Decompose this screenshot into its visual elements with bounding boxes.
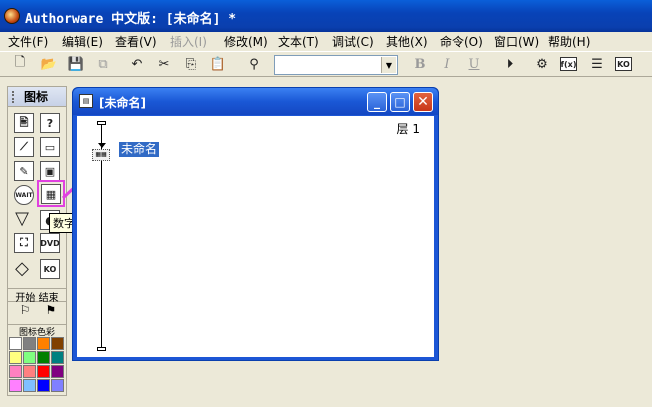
authorware-logo-icon: [4, 8, 20, 24]
menu-help[interactable]: 帮助(H): [548, 33, 590, 50]
menu-bar: 文件(F) 编辑(E) 查看(V) 插入(I) 修改(M) 文本(T) 调试(C…: [0, 32, 652, 50]
selected-icon-name[interactable]: 未命名: [119, 142, 160, 157]
app-title-bar[interactable]: Authorware 中文版: [未命名] *: [0, 0, 652, 32]
font-style-select[interactable]: ▼: [274, 55, 398, 75]
menu-other[interactable]: 其他(X): [386, 33, 428, 50]
menu-view[interactable]: 查看(V): [115, 33, 157, 50]
flowline-canvas[interactable]: 层 1 ▦▦ 未命名: [77, 116, 434, 357]
import-icon[interactable]: ⧉: [93, 54, 113, 74]
menu-edit[interactable]: 编辑(E): [62, 33, 103, 50]
menu-file[interactable]: 文件(F): [8, 33, 48, 50]
color-swatch[interactable]: [23, 365, 36, 378]
knowledge-objects-button[interactable]: KO: [615, 57, 632, 71]
open-file-icon[interactable]: 📂: [39, 54, 59, 74]
color-swatch[interactable]: [9, 379, 22, 392]
color-swatch[interactable]: [23, 337, 36, 350]
underline-button[interactable]: U: [464, 54, 484, 74]
color-swatch[interactable]: [9, 337, 22, 350]
variables-icon[interactable]: ☰: [587, 54, 607, 74]
dvd-icon[interactable]: DVD: [40, 233, 60, 253]
menu-window[interactable]: 窗口(W): [494, 33, 539, 50]
color-swatch[interactable]: [37, 337, 50, 350]
grip-icon[interactable]: [12, 91, 15, 103]
cut-icon[interactable]: ✂: [154, 54, 174, 74]
undo-icon[interactable]: ↶: [127, 54, 147, 74]
color-swatch[interactable]: [37, 365, 50, 378]
interaction-icon[interactable]: ⛶: [14, 233, 34, 253]
layer-indicator: 层 1: [396, 122, 420, 136]
flowline-start-marker: [97, 121, 106, 125]
bold-button[interactable]: B: [410, 54, 430, 74]
decision-icon[interactable]: ▽: [12, 208, 32, 229]
app-title: Authorware 中文版: [未命名] *: [25, 12, 237, 27]
flags-label: 开始 结束: [7, 288, 67, 304]
flags-row: ⚐ ⚑: [14, 303, 62, 319]
palette-header[interactable]: 图标: [8, 87, 66, 107]
new-file-icon[interactable]: 🗋: [10, 54, 30, 74]
menu-commands[interactable]: 命令(O): [440, 33, 483, 50]
italic-button[interactable]: I: [437, 54, 457, 74]
end-flag-icon[interactable]: ⚑: [40, 303, 62, 317]
calculation-icon[interactable]: ◇: [12, 258, 32, 279]
flowline-end-marker: [97, 347, 106, 351]
framework-icon[interactable]: ▣: [40, 161, 60, 181]
chevron-down-icon[interactable]: ▼: [381, 57, 396, 73]
motion-icon[interactable]: ?: [40, 113, 60, 133]
color-swatch[interactable]: [51, 351, 64, 364]
minimize-button[interactable]: _: [367, 92, 387, 112]
menu-modify[interactable]: 修改(M): [224, 33, 268, 50]
palette-title: 图标: [24, 90, 49, 104]
document-icon: ▤: [79, 94, 93, 108]
flowline-arrow-icon: [98, 143, 106, 148]
display-icon[interactable]: 🖹: [14, 113, 34, 133]
run-icon[interactable]: ⏵: [500, 54, 520, 74]
design-window-title: [未命名]: [99, 96, 146, 110]
color-swatch[interactable]: [37, 351, 50, 364]
maximize-button[interactable]: □: [390, 92, 410, 112]
color-swatch[interactable]: [37, 379, 50, 392]
functions-button[interactable]: f(x): [560, 57, 577, 71]
color-swatch[interactable]: [51, 337, 64, 350]
close-button[interactable]: ✕: [413, 92, 433, 112]
color-swatch[interactable]: [9, 351, 22, 364]
color-swatch[interactable]: [51, 379, 64, 392]
toolbar: 🗋 📂 💾 ⧉ ↶ ✂ ⎘ 📋 ⚲ ▼ B I U ⏵ ⚙ f(x) ☰ KO: [0, 51, 652, 77]
color-swatch[interactable]: [23, 351, 36, 364]
icon-color-swatches: [9, 337, 65, 393]
color-swatch[interactable]: [51, 365, 64, 378]
menu-text[interactable]: 文本(T): [278, 33, 319, 50]
color-swatch[interactable]: [9, 365, 22, 378]
wait-icon[interactable]: ▭: [40, 137, 60, 157]
paste-icon[interactable]: 📋: [208, 54, 228, 74]
find-icon[interactable]: ⚲: [244, 54, 264, 74]
menu-debug[interactable]: 调试(C): [332, 33, 374, 50]
control-panel-icon[interactable]: ⚙: [532, 54, 552, 74]
flowline-movie-icon[interactable]: ▦▦: [92, 149, 110, 161]
save-all-icon[interactable]: 💾: [66, 54, 86, 74]
design-window: ▤ [未命名] _ □ ✕ 层 1 ▦▦ 未命名: [72, 87, 439, 361]
erase-icon[interactable]: ⟋: [14, 137, 34, 157]
design-window-title-bar[interactable]: ▤ [未命名] _ □ ✕: [73, 88, 438, 115]
wait-button-icon[interactable]: WAIT: [14, 185, 34, 205]
start-flag-icon[interactable]: ⚐: [14, 303, 36, 317]
navigate-icon[interactable]: ✎: [14, 161, 34, 181]
menu-insert[interactable]: 插入(I): [170, 33, 207, 50]
knowledge-object-icon[interactable]: KO: [40, 259, 60, 279]
copy-icon[interactable]: ⎘: [181, 54, 201, 74]
icon-colors-label: 图标色彩: [7, 324, 67, 338]
color-swatch[interactable]: [23, 379, 36, 392]
